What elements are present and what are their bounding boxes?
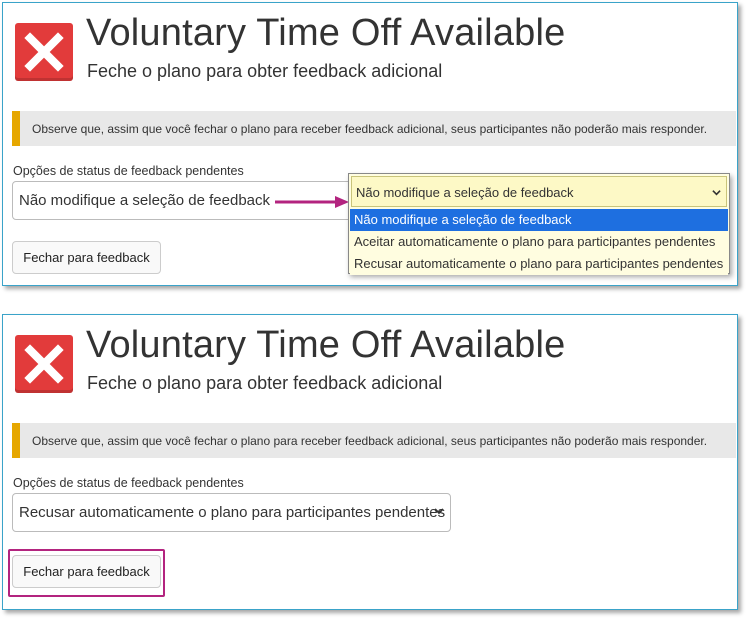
status-dropdown-popup[interactable]: Não modifique a seleção de feedback Não … [348, 173, 730, 275]
close-x-icon [15, 335, 73, 393]
dropdown-options-list: Não modifique a seleção de feedback Acei… [350, 209, 728, 275]
dropdown-selected-value: Não modifique a seleção de feedback [356, 185, 574, 200]
dropdown-select-field[interactable]: Não modifique a seleção de feedback [351, 176, 727, 207]
status-options-label: Opções de status de feedback pendentes [13, 476, 244, 490]
dropdown-option-decline[interactable]: Recusar automaticamente o plano para par… [350, 253, 728, 275]
status-select-value: Não modifique a seleção de feedback [19, 192, 271, 209]
screenshot-panel-dropdown-open: Voluntary Time Off Available Feche o pla… [2, 2, 738, 286]
status-select[interactable]: Recusar automaticamente o plano para par… [12, 493, 451, 532]
chevron-down-icon [712, 190, 721, 196]
warning-notice: Observe que, assim que você fechar o pla… [12, 423, 736, 458]
screenshot-panel-option-selected: Voluntary Time Off Available Feche o pla… [2, 314, 738, 610]
page-subtitle: Feche o plano para obter feedback adicio… [87, 61, 443, 81]
close-x-icon [15, 23, 73, 81]
chevron-down-icon [434, 508, 444, 515]
warning-notice: Observe que, assim que você fechar o pla… [12, 111, 736, 146]
close-for-feedback-button[interactable]: Fechar para feedback [12, 241, 161, 274]
page-subtitle: Feche o plano para obter feedback adicio… [87, 373, 443, 393]
dropdown-option-accept[interactable]: Aceitar automaticamente o plano para par… [350, 231, 728, 253]
page-title: Voluntary Time Off Available [86, 12, 566, 54]
arrow-right-icon [275, 196, 349, 208]
page-title: Voluntary Time Off Available [86, 324, 566, 366]
dropdown-option-keep[interactable]: Não modifique a seleção de feedback [350, 209, 728, 231]
status-select-value: Recusar automaticamente o plano para par… [19, 504, 446, 521]
close-for-feedback-button[interactable]: Fechar para feedback [12, 555, 161, 588]
status-options-label: Opções de status de feedback pendentes [13, 164, 244, 178]
